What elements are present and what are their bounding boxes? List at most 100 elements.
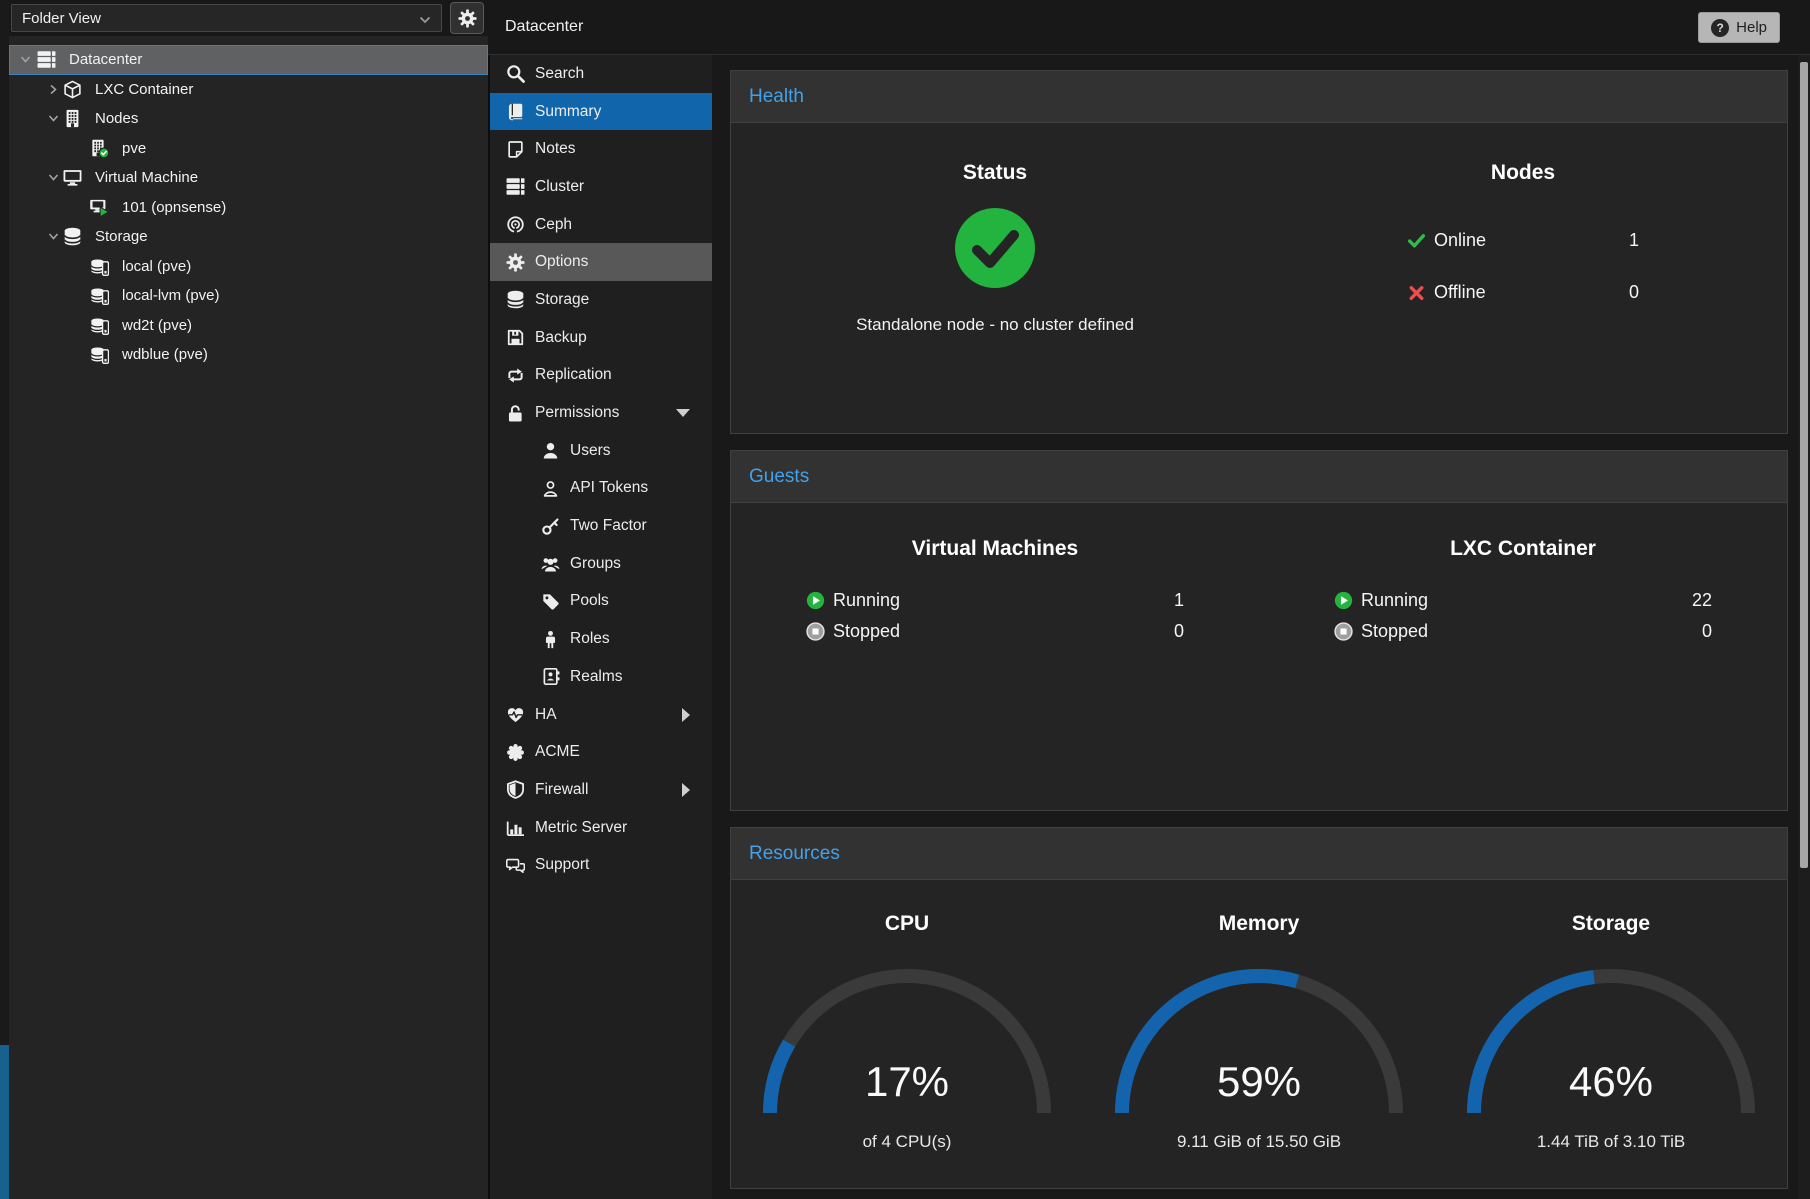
tree-item-virtual-machine[interactable]: Virtual Machine	[9, 163, 488, 193]
address-book-icon	[540, 667, 560, 686]
menu-item-roles[interactable]: Roles	[490, 620, 712, 658]
menu-item-ha[interactable]: HA	[490, 696, 712, 734]
menu-item-firewall[interactable]: Firewall	[490, 771, 712, 809]
tree-item-nodes[interactable]: Nodes	[9, 104, 488, 134]
menu-item-notes[interactable]: Notes	[490, 130, 712, 168]
comments-icon	[505, 856, 525, 875]
menu-item-two-factor[interactable]: Two Factor	[490, 507, 712, 545]
menu-item-label: Permissions	[535, 404, 619, 422]
resource-column-title: Memory	[1219, 912, 1300, 936]
guests-column-title: LXC Container	[1450, 537, 1596, 561]
guests-column-virtual-machines: Virtual Machines Running1Stopped0	[731, 503, 1259, 646]
menu-item-metric-server[interactable]: Metric Server	[490, 809, 712, 847]
tree-item-storage[interactable]: Storage	[9, 222, 488, 252]
gauge-detail-text: 1.44 TiB of 3.10 TiB	[1537, 1132, 1685, 1152]
chevron-down-icon[interactable]	[46, 230, 60, 244]
user-outline-icon	[540, 479, 560, 498]
chevron-down-icon[interactable]	[46, 171, 60, 185]
floppy-icon	[505, 328, 525, 347]
menu-item-backup[interactable]: Backup	[490, 319, 712, 357]
menu-item-options[interactable]: Options	[490, 243, 712, 281]
menu-item-support[interactable]: Support	[490, 846, 712, 884]
menu-item-realms[interactable]: Realms	[490, 658, 712, 696]
database-icon	[505, 290, 525, 309]
health-status-column: Status Standalone node - no cluster defi…	[731, 123, 1259, 433]
desktop-play-icon	[90, 197, 116, 217]
menu-item-summary[interactable]: Summary	[490, 93, 712, 131]
status-row-online: Online1	[1407, 225, 1639, 255]
tree-item-local-lvm-pve[interactable]: local-lvm (pve)	[9, 281, 488, 311]
nodes-status-list: Online1Offline0	[1407, 225, 1639, 307]
caret-down-icon	[676, 409, 690, 417]
menu-item-label: Users	[570, 442, 610, 460]
unlock-icon	[505, 404, 525, 423]
guests-column-title: Virtual Machines	[912, 537, 1079, 561]
status-row-stopped: Stopped0	[806, 616, 1184, 646]
menu-item-label: Storage	[535, 291, 589, 309]
tree-item-label: wdblue (pve)	[122, 346, 208, 363]
resources-panel-title: Resources	[749, 843, 840, 864]
menu-item-cluster[interactable]: Cluster	[490, 168, 712, 206]
chevron-down-icon[interactable]	[46, 112, 60, 126]
key-icon	[540, 517, 560, 536]
play-circle-icon	[806, 590, 826, 610]
tree-item-label: Virtual Machine	[95, 169, 198, 186]
tree-item-pve[interactable]: pve	[9, 134, 488, 164]
menu-item-label: Ceph	[535, 216, 572, 234]
menu-item-permissions[interactable]: Permissions	[490, 394, 712, 432]
menu-item-label: Support	[535, 856, 589, 874]
tree-item-101-opnsense[interactable]: 101 (opnsense)	[9, 193, 488, 223]
tree-item-label: wd2t (pve)	[122, 317, 192, 334]
health-nodes-column: Nodes Online1Offline0	[1259, 123, 1787, 433]
usage-gauge: 17%	[757, 968, 1057, 1120]
tree-item-datacenter[interactable]: Datacenter	[9, 45, 488, 75]
chevron-down-icon	[419, 16, 431, 24]
tree-settings-button[interactable]	[450, 2, 484, 34]
help-button[interactable]: ? Help	[1698, 12, 1780, 43]
tree-item-local-pve[interactable]: local (pve)	[9, 252, 488, 282]
guests-status-list: Running1Stopped0	[806, 585, 1184, 646]
user-icon	[540, 441, 560, 460]
menu-item-pools[interactable]: Pools	[490, 583, 712, 621]
resource-tree: DatacenterLXC ContainerNodespve Virtual M…	[9, 36, 488, 370]
status-row-label: Stopped	[1361, 621, 1428, 642]
menu-item-label: Backup	[535, 329, 587, 347]
menu-item-label: Summary	[535, 103, 601, 121]
status-title: Status	[963, 161, 1027, 185]
menu-item-label: API Tokens	[570, 479, 648, 497]
menu-item-replication[interactable]: Replication	[490, 357, 712, 395]
tree-item-wd2t-pve[interactable]: wd2t (pve)	[9, 311, 488, 341]
gauge-percent-value: 46%	[1461, 1058, 1761, 1106]
status-row-value: 1	[1629, 230, 1639, 251]
menu-item-users[interactable]: Users	[490, 432, 712, 470]
gear-icon	[458, 9, 477, 28]
menu-item-search[interactable]: Search	[490, 55, 712, 93]
menu-item-label: Cluster	[535, 178, 584, 196]
view-mode-select[interactable]: Folder View	[11, 4, 442, 32]
chevron-right-icon[interactable]	[46, 82, 60, 96]
chevron-down-icon[interactable]	[18, 53, 32, 67]
tree-item-lxc-container[interactable]: LXC Container	[9, 75, 488, 105]
gauge-percent-value: 17%	[757, 1058, 1057, 1106]
tree-item-wdblue-pve[interactable]: wdblue (pve)	[9, 340, 488, 370]
content-scrollbar[interactable]	[1798, 55, 1810, 1199]
caret-right-icon	[682, 783, 690, 797]
status-row-value: 0	[1702, 621, 1712, 642]
resources-panel: Resources CPU 17%of 4 CPU(s)Memory 59%9.…	[730, 827, 1788, 1189]
health-panel-title: Health	[749, 86, 804, 107]
tree-item-label: Storage	[95, 228, 148, 245]
menu-item-ceph[interactable]: Ceph	[490, 206, 712, 244]
menu-item-storage[interactable]: Storage	[490, 281, 712, 319]
resource-column-title: Storage	[1572, 912, 1650, 936]
menu-item-api-tokens[interactable]: API Tokens	[490, 470, 712, 508]
menu-item-groups[interactable]: Groups	[490, 545, 712, 583]
menu-item-acme[interactable]: ACME	[490, 733, 712, 771]
resource-column-cpu: CPU 17%of 4 CPU(s)	[731, 880, 1083, 1152]
menu-item-label: HA	[535, 706, 557, 724]
guests-panel: Guests Virtual MachinesRunning1Stopped0L…	[730, 450, 1788, 811]
status-row-value: 22	[1692, 590, 1712, 611]
scrollbar-thumb[interactable]	[1800, 62, 1808, 868]
gauge-percent-value: 59%	[1109, 1058, 1409, 1106]
resources-panel-header: Resources	[731, 828, 1787, 880]
cube-icon	[63, 79, 89, 99]
